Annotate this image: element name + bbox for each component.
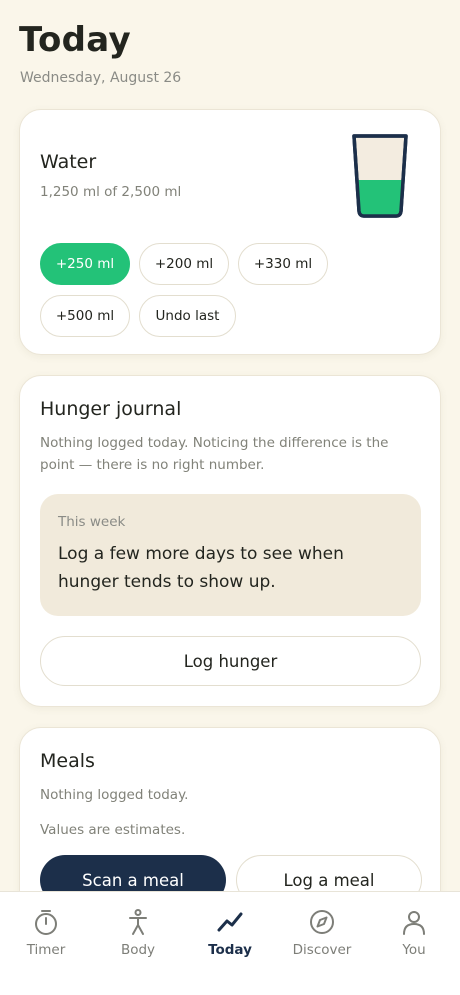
water-title: Water — [40, 151, 97, 173]
user-icon — [403, 911, 425, 935]
bottom-tab-bar: Timer Body Today Discover You — [0, 891, 460, 995]
hunger-description: Nothing logged today. Noticing the diffe… — [40, 435, 389, 473]
log-hunger-button[interactable]: Log hunger — [40, 636, 421, 686]
tab-body[interactable]: Body — [92, 908, 184, 962]
add-200ml-button[interactable]: +200 ml — [139, 243, 229, 285]
hunger-journal-card: Hunger journal Nothing logged today. Not… — [19, 375, 441, 707]
tab-today-label: Today — [208, 942, 252, 958]
meals-status: Nothing logged today. — [40, 787, 189, 803]
tab-timer[interactable]: Timer — [0, 908, 92, 962]
compass-icon — [310, 910, 334, 934]
meals-title: Meals — [40, 750, 95, 772]
undo-last-button[interactable]: Undo last — [139, 295, 236, 337]
tab-today[interactable]: Today — [184, 908, 276, 962]
water-glass-icon — [352, 134, 408, 218]
person-icon — [129, 909, 147, 935]
tab-discover-label: Discover — [292, 942, 352, 958]
hunger-title: Hunger journal — [40, 398, 182, 420]
water-level-fill — [356, 180, 404, 216]
add-250ml-button[interactable]: +250 ml — [40, 243, 130, 285]
week-label: This week — [58, 514, 126, 530]
tab-you-label: You — [402, 942, 426, 958]
week-insight-text: Log a few more days to see when hunger t… — [58, 544, 344, 592]
trend-icon — [217, 912, 243, 932]
water-progress-text: 1,250 ml of 2,500 ml — [40, 184, 182, 200]
weekly-insight-box: This week Log a few more days to see whe… — [40, 494, 421, 616]
tab-you[interactable]: You — [368, 908, 460, 962]
page-title: Today — [19, 20, 131, 60]
tab-body-label: Body — [120, 942, 156, 958]
meals-note: Values are estimates. — [40, 822, 186, 838]
tab-discover[interactable]: Discover — [276, 908, 368, 962]
stopwatch-icon — [35, 910, 57, 935]
page-date: Wednesday, August 26 — [20, 70, 182, 86]
add-500ml-button[interactable]: +500 ml — [40, 295, 130, 337]
tab-timer-label: Timer — [26, 942, 66, 958]
add-330ml-button[interactable]: +330 ml — [238, 243, 328, 285]
water-card: Water 1,250 ml of 2,500 ml +250 ml +200 … — [19, 109, 441, 355]
